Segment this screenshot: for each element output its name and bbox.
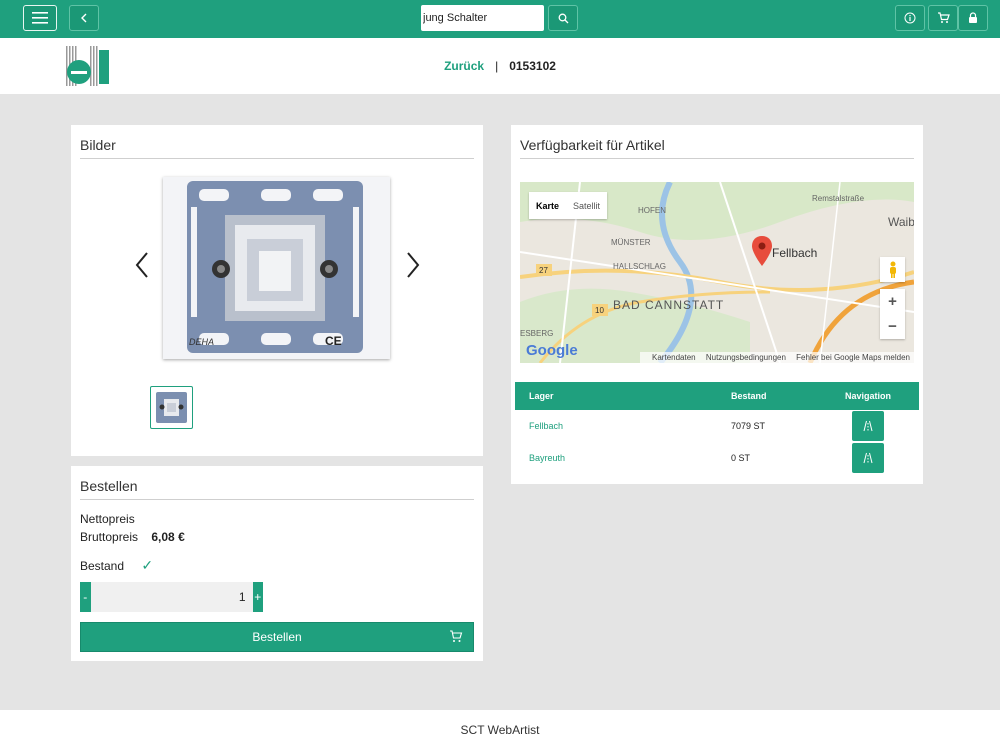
map-footer: Kartendaten Nutzungsbedingungen Fehler b… — [640, 352, 914, 363]
header-separator: | — [495, 59, 499, 73]
map-place: MÜNSTER — [611, 238, 651, 247]
pegman-icon — [889, 261, 896, 278]
availability-divider — [520, 158, 914, 159]
map-place: HALLSCHLAG — [613, 262, 666, 271]
map-data-link[interactable]: Kartendaten — [652, 353, 696, 362]
order-button[interactable]: Bestellen — [80, 622, 474, 652]
road-icon — [863, 420, 873, 432]
stock-value: 7079 ST — [731, 421, 766, 431]
search-button[interactable] — [548, 5, 578, 31]
map-road-number: 27 — [539, 266, 548, 275]
back-button[interactable] — [69, 5, 99, 31]
info-icon — [904, 12, 916, 24]
map-terms-link[interactable]: Nutzungsbedingungen — [706, 353, 786, 362]
quantity-increase-button[interactable]: + — [252, 582, 263, 612]
back-link[interactable]: Zurück — [444, 59, 484, 73]
gross-price-row: Bruttopreis 6,08 € — [80, 530, 185, 544]
cart-button[interactable] — [928, 5, 958, 31]
lock-icon — [969, 12, 977, 23]
page-header: Zurück | 0153102 — [0, 38, 1000, 94]
logout-button[interactable] — [958, 5, 988, 31]
street-view-button[interactable] — [880, 257, 905, 282]
images-card: Bilder CE DEHA — [71, 125, 483, 456]
order-title: Bestellen — [80, 478, 138, 494]
svg-text:DEHA: DEHA — [189, 337, 214, 347]
article-number: 0153102 — [509, 59, 556, 73]
back-chevron-icon — [81, 13, 87, 23]
prev-image-button[interactable] — [132, 250, 152, 280]
stock-table: Lager Bestand Navigation Fellbach 7079 S… — [515, 382, 919, 474]
net-price-row: Nettopreis — [80, 512, 135, 526]
location-map[interactable]: Karte Satellit MÜNSTER HALLSCHLAG HOFEN … — [520, 182, 914, 363]
map-report-link[interactable]: Fehler bei Google Maps melden — [796, 353, 910, 362]
top-toolbar — [0, 0, 1000, 38]
cart-icon — [937, 12, 950, 23]
navigate-button[interactable] — [852, 443, 884, 473]
map-zoom-control: + − — [880, 289, 905, 339]
header-navigation: Navigation — [845, 391, 892, 401]
map-place: Remstalstraße — [812, 194, 865, 203]
table-header: Lager Bestand Navigation — [515, 382, 919, 410]
menu-button[interactable] — [23, 5, 57, 31]
map-place: Fellbach — [772, 246, 818, 260]
search-icon — [558, 13, 568, 23]
road-icon — [863, 452, 873, 464]
navigate-button[interactable] — [852, 411, 884, 441]
map-place: HOFEN — [638, 206, 666, 215]
warehouse-link[interactable]: Bayreuth — [529, 442, 565, 474]
header-lager: Lager — [529, 391, 554, 401]
menu-icon — [32, 12, 48, 24]
order-card: Bestellen Nettopreis Bruttopreis 6,08 € … — [71, 466, 483, 661]
page-footer: SCT WebArtist — [0, 710, 1000, 750]
header-bestand: Bestand — [731, 391, 767, 401]
check-icon: ✓ — [141, 557, 154, 573]
stock-row: Bestand ✓ — [80, 557, 153, 574]
chevron-left-icon — [135, 252, 148, 278]
product-image: CE DEHA — [163, 177, 390, 359]
stock-value: 0 ST — [731, 453, 751, 463]
images-divider — [80, 158, 474, 159]
footer-text: SCT WebArtist — [460, 723, 540, 737]
map-type-tabs: Karte Satellit — [529, 192, 608, 219]
warehouse-link[interactable]: Fellbach — [529, 410, 563, 442]
quantity-input[interactable] — [90, 582, 253, 612]
quantity-decrease-button[interactable]: - — [80, 582, 91, 612]
stock-label: Bestand — [80, 559, 125, 573]
quantity-stepper: - + — [80, 582, 263, 612]
map-place: ESBERG — [520, 329, 554, 338]
search-input[interactable] — [421, 5, 544, 31]
svg-text:CE: CE — [325, 334, 342, 348]
net-price-label: Nettopreis — [80, 512, 135, 526]
next-image-button[interactable] — [403, 250, 423, 280]
google-logo: Google — [526, 342, 578, 359]
map-road-number: 10 — [595, 306, 604, 315]
gross-price-label: Bruttopreis — [80, 530, 139, 544]
map-tab-karte[interactable]: Karte — [529, 192, 566, 219]
zoom-out-button[interactable]: − — [880, 314, 905, 339]
map-marker-icon[interactable] — [752, 236, 772, 266]
map-place: BAD CANNSTATT — [613, 298, 725, 312]
gross-price-value: 6,08 € — [151, 530, 185, 544]
cart-icon — [450, 630, 463, 642]
order-button-label: Bestellen — [252, 630, 302, 644]
table-row: Bayreuth 0 ST — [515, 442, 919, 474]
order-divider — [80, 499, 474, 500]
availability-card: Verfügbarkeit für Artikel Karte Satellit… — [511, 125, 923, 484]
image-thumbnail[interactable] — [150, 386, 193, 429]
table-row: Fellbach 7079 ST — [515, 410, 919, 442]
availability-title: Verfügbarkeit für Artikel — [520, 137, 665, 153]
info-button[interactable] — [895, 5, 925, 31]
zoom-in-button[interactable]: + — [880, 289, 905, 314]
map-place: Waib — [888, 215, 914, 229]
map-tab-satellit[interactable]: Satellit — [566, 192, 607, 219]
images-title: Bilder — [80, 137, 116, 153]
chevron-right-icon — [407, 252, 420, 278]
